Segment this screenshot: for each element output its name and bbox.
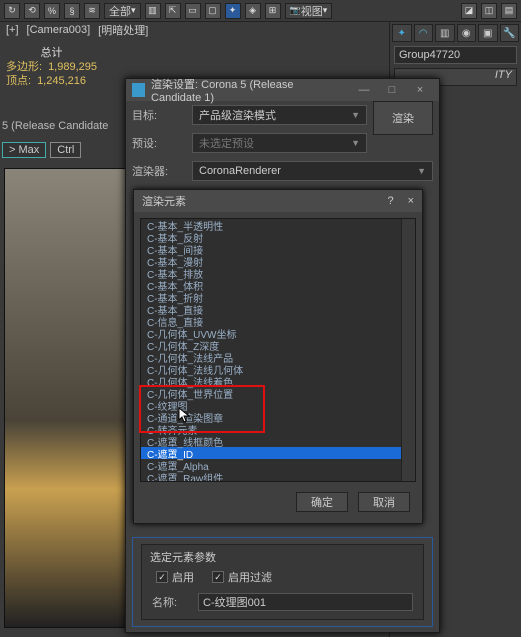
tag-ctrl[interactable]: Ctrl	[50, 142, 81, 158]
tool-icon[interactable]: §	[64, 3, 80, 19]
target-dropdown[interactable]: 产品级渲染模式▼	[192, 105, 367, 125]
dialog-title: 渲染设置: Corona 5 (Release Candidate 1)	[151, 76, 345, 104]
tool-icon[interactable]: ↻	[4, 3, 20, 19]
dialog-titlebar[interactable]: 渲染设置: Corona 5 (Release Candidate 1) — □…	[126, 79, 439, 101]
maximize-icon[interactable]: □	[379, 81, 405, 99]
tool-icon[interactable]: ▥	[145, 3, 161, 19]
command-panel-tabs: ✦ ◠ ▥ ◉ ▣ 🔧	[390, 22, 521, 42]
name-field[interactable]: C-纹理图001	[198, 593, 413, 611]
link-icon[interactable]: %	[44, 3, 60, 19]
chevron-down-icon: ▼	[417, 166, 426, 176]
viewport-tag[interactable]: [+]	[6, 24, 19, 36]
tool-icon[interactable]: ▢	[205, 3, 221, 19]
object-name-field[interactable]: Group47720	[394, 46, 517, 64]
element-listbox[interactable]: C-基本_半透明性C-基本_反射C-基本_间接C-基本_漫射C-基本_排放C-基…	[140, 218, 416, 482]
display-tab-icon[interactable]: ▣	[478, 24, 498, 42]
selected-element-group: 选定元素参数 ✓启用 ✓启用过滤 名称: C-纹理图001	[141, 544, 424, 620]
render-button[interactable]: 渲染	[373, 101, 433, 135]
tool-icon[interactable]: ⟲	[24, 3, 40, 19]
tool-icon[interactable]: ▭	[185, 3, 201, 19]
preset-label: 预设:	[132, 135, 186, 151]
close-icon[interactable]: ×	[408, 195, 414, 207]
motion-tab-icon[interactable]: ◉	[457, 24, 477, 42]
stats-poly-label: 多边形:	[6, 60, 42, 74]
renderer-dropdown[interactable]: CoronaRenderer▼	[192, 161, 433, 181]
cursor-icon	[178, 407, 192, 425]
tool-icon[interactable]: ≋	[84, 3, 100, 19]
stats-overlay: 总计 多边形: 1,989,295 顶点: 1,245,216	[6, 44, 97, 88]
tool-icon[interactable]: ▤	[501, 3, 517, 19]
utilities-tab-icon[interactable]: 🔧	[500, 24, 520, 42]
view-dropdown[interactable]: 📷 视图 ▾	[285, 3, 333, 19]
tool-icon[interactable]: ◪	[461, 3, 477, 19]
modify-tab-icon[interactable]: ◠	[414, 24, 434, 42]
snap-icon[interactable]: ✦	[225, 3, 241, 19]
hierarchy-tab-icon[interactable]: ▥	[435, 24, 455, 42]
ok-button[interactable]: 确定	[296, 492, 348, 512]
app-logo-icon	[132, 83, 145, 97]
target-label: 目标:	[132, 107, 186, 123]
viewport-tag[interactable]: [Camera003]	[27, 24, 91, 36]
create-tab-icon[interactable]: ✦	[392, 24, 412, 42]
partial-text: 5 (Release Candidate	[2, 120, 108, 132]
close-icon[interactable]: ×	[407, 81, 433, 99]
chevron-down-icon: ▼	[351, 110, 360, 120]
tool-icon[interactable]: ⇱	[165, 3, 181, 19]
help-icon[interactable]: ?	[387, 195, 393, 207]
viewport-header: [+] [Camera003] [明暗处理]	[0, 22, 154, 38]
tool-icon[interactable]: ◈	[245, 3, 261, 19]
dialog-title: 渲染元素	[142, 193, 186, 209]
minimize-icon[interactable]: —	[351, 81, 377, 99]
enable-checkbox[interactable]: ✓启用	[156, 569, 194, 585]
scrollbar[interactable]	[401, 219, 415, 481]
tool-icon[interactable]: ⊞	[265, 3, 281, 19]
tool-icon[interactable]: ◫	[481, 3, 497, 19]
group-title: 选定元素参数	[146, 549, 419, 565]
stats-vert-label: 顶点:	[6, 74, 31, 88]
viewport-tag[interactable]: [明暗处理]	[98, 22, 148, 38]
dialog-titlebar[interactable]: 渲染元素 ? ×	[134, 190, 422, 212]
tag-row: > Max Ctrl	[2, 140, 81, 160]
filter-dropdown[interactable]: 全部 ▾	[104, 3, 141, 19]
preset-dropdown[interactable]: 未选定预设▼	[192, 133, 367, 153]
tag-max[interactable]: > Max	[2, 142, 46, 158]
chevron-down-icon: ▼	[351, 138, 360, 148]
render-elements-dialog: 渲染元素 ? × C-基本_半透明性C-基本_反射C-基本_间接C-基本_漫射C…	[133, 189, 423, 524]
stats-vert-value: 1,245,216	[37, 74, 86, 88]
stats-poly-value: 1,989,295	[48, 60, 97, 74]
stats-total-label: 总计	[6, 44, 97, 60]
renderer-label: 渲染器:	[132, 163, 186, 179]
cancel-button[interactable]: 取消	[358, 492, 410, 512]
main-toolbar: ↻ ⟲ % § ≋ 全部 ▾ ▥ ⇱ ▭ ▢ ✦ ◈ ⊞ 📷 视图 ▾ ◪ ◫ …	[0, 0, 521, 22]
list-item[interactable]: C-遮罩_Raw组件	[141, 471, 415, 482]
enable-filter-checkbox[interactable]: ✓启用过滤	[212, 569, 272, 585]
name-label: 名称:	[152, 594, 192, 610]
